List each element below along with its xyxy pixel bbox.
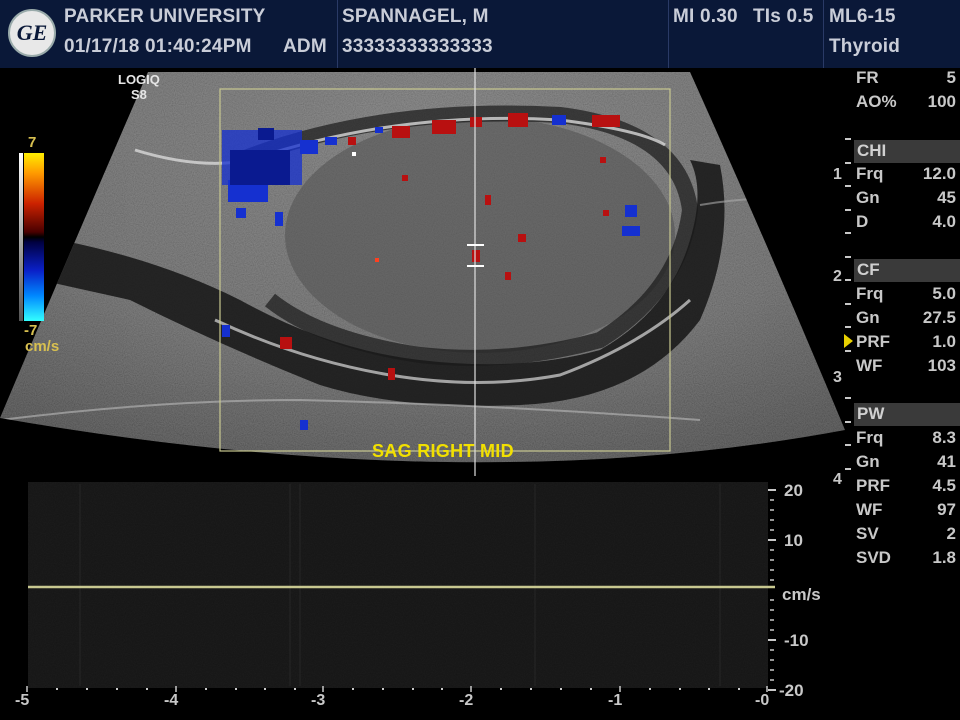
spectral-unit: cm/s: [782, 585, 821, 604]
depth-label-1: 1: [833, 166, 842, 183]
pw-prf-value: 4.5: [932, 476, 956, 495]
ultrasound-image: [0, 68, 851, 692]
color-scale-min: -7: [24, 322, 38, 339]
pw-sv-value: 2: [946, 524, 956, 543]
spectral-x-neg3: -3: [311, 692, 326, 709]
spectral-x-neg4: -4: [164, 692, 179, 709]
gray-scale-bar: [19, 153, 23, 321]
chi-frq-value: 12.0: [922, 164, 956, 183]
spectral-x-neg1: -1: [608, 692, 623, 709]
cf-prf-label: PRF: [856, 332, 890, 351]
pw-svd-value: 1.8: [932, 548, 956, 567]
color-scale-unit: cm/s: [25, 338, 60, 355]
spectral-x-0: -0: [755, 692, 770, 709]
chi-gn-label: Gn: [856, 188, 880, 207]
pw-frq-label: Frq: [856, 428, 884, 447]
cf-wf-value: 103: [927, 356, 956, 375]
chi-d-value: 4.0: [932, 212, 956, 231]
pw-frq-value: 8.3: [932, 428, 956, 447]
cf-frq-label: Frq: [856, 284, 884, 303]
param-fr-label: FR: [856, 68, 879, 87]
param-fr-value: 5: [946, 68, 956, 87]
spectral-x-neg5: -5: [15, 692, 30, 709]
cf-frq-value: 5.0: [932, 284, 956, 303]
color-velocity-scale: [24, 153, 44, 321]
chi-d-label: D: [856, 212, 869, 231]
chi-frq-label: Frq: [856, 164, 884, 183]
pw-svd-label: SVD: [856, 548, 891, 567]
pw-wf-label: WF: [856, 500, 883, 519]
pw-prf-label: PRF: [856, 476, 890, 495]
pw-wf-value: 97: [937, 500, 956, 519]
depth-label-4: 4: [833, 471, 842, 488]
cf-wf-label: WF: [856, 356, 883, 375]
cf-gn-value: 27.5: [922, 308, 956, 327]
spectral-y-20: 20: [784, 481, 803, 500]
spectral-x-neg2: -2: [459, 692, 474, 709]
depth-label-2: 2: [833, 268, 842, 285]
section-cf: CF: [854, 259, 960, 282]
pw-gn-label: Gn: [856, 452, 880, 471]
spectral-y-neg20: -20: [779, 681, 804, 700]
cf-gn-label: Gn: [856, 308, 880, 327]
section-chi: CHI: [854, 140, 960, 163]
section-pw: PW: [854, 403, 960, 426]
pw-gn-value: 41: [937, 452, 956, 471]
param-ao-label: AO%: [856, 92, 897, 111]
image-annotation: SAG RIGHT MID: [372, 441, 514, 461]
system-model-label: LOGIQ S8: [118, 72, 160, 102]
depth-label-3: 3: [833, 369, 842, 386]
focal-zone-marker-icon[interactable]: [844, 334, 853, 348]
cf-prf-value: 1.0: [932, 332, 956, 351]
spectral-y-10: 10: [784, 531, 803, 550]
color-scale-max: 7: [28, 134, 37, 151]
pw-sv-label: SV: [856, 524, 879, 543]
param-ao-value: 100: [927, 92, 956, 111]
spectral-y-neg10: -10: [784, 631, 809, 650]
chi-gn-value: 45: [937, 188, 956, 207]
